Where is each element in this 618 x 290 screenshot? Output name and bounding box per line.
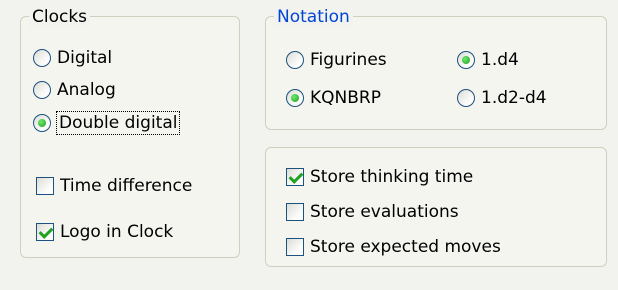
radio-digital[interactable]: Digital [33, 47, 112, 69]
checkbox-store-expected-moves[interactable]: Store expected moves [286, 236, 501, 258]
checkbox-logo-in-clock-box[interactable] [36, 223, 54, 241]
radio-digital-circle[interactable] [33, 49, 51, 67]
store-group: Store thinking time Store evaluations St… [265, 147, 607, 267]
checkbox-store-evaluations[interactable]: Store evaluations [286, 201, 459, 223]
radio-kqnbrp[interactable]: KQNBRP [286, 87, 381, 109]
radio-1d2-d4-circle[interactable] [457, 89, 475, 107]
checkbox-time-difference[interactable]: Time difference [36, 175, 192, 197]
checkbox-store-thinking-time-box[interactable] [286, 168, 304, 186]
radio-double-digital[interactable]: Double digital [33, 111, 181, 135]
checkbox-time-difference-box[interactable] [36, 177, 54, 195]
clocks-group-title: Clocks [29, 7, 91, 27]
radio-figurines-label: Figurines [310, 50, 387, 70]
radio-1d4-circle[interactable] [457, 51, 475, 69]
checkbox-store-thinking-time-label: Store thinking time [310, 167, 474, 187]
radio-double-digital-label: Double digital [55, 111, 181, 135]
radio-1d2-d4[interactable]: 1.d2-d4 [457, 87, 547, 109]
radio-analog[interactable]: Analog [33, 79, 116, 101]
notation-group: Notation Figurines 1.d4 KQNBRP 1.d2-d4 [265, 7, 607, 130]
radio-digital-label: Digital [57, 48, 113, 68]
checkbox-store-evaluations-box[interactable] [286, 203, 304, 221]
checkbox-store-thinking-time[interactable]: Store thinking time [286, 166, 473, 188]
radio-1d4[interactable]: 1.d4 [457, 49, 519, 71]
checkbox-time-difference-label: Time difference [60, 176, 193, 196]
notation-group-title: Notation [274, 7, 353, 27]
radio-kqnbrp-label: KQNBRP [310, 88, 381, 108]
radio-1d2-d4-label: 1.d2-d4 [481, 88, 547, 108]
checkbox-logo-in-clock[interactable]: Logo in Clock [36, 221, 173, 243]
checkbox-logo-in-clock-label: Logo in Clock [60, 222, 174, 242]
radio-figurines[interactable]: Figurines [286, 49, 387, 71]
checkbox-store-expected-moves-label: Store expected moves [310, 237, 501, 257]
radio-kqnbrp-circle[interactable] [286, 89, 304, 107]
radio-1d4-label: 1.d4 [481, 50, 519, 70]
checkbox-store-evaluations-label: Store evaluations [310, 202, 459, 222]
radio-double-digital-circle[interactable] [33, 114, 51, 132]
radio-figurines-circle[interactable] [286, 51, 304, 69]
radio-analog-circle[interactable] [33, 81, 51, 99]
clocks-group: Clocks Digital Analog Double digital Tim… [20, 7, 240, 258]
radio-analog-label: Analog [57, 80, 116, 100]
checkbox-store-expected-moves-box[interactable] [286, 238, 304, 256]
